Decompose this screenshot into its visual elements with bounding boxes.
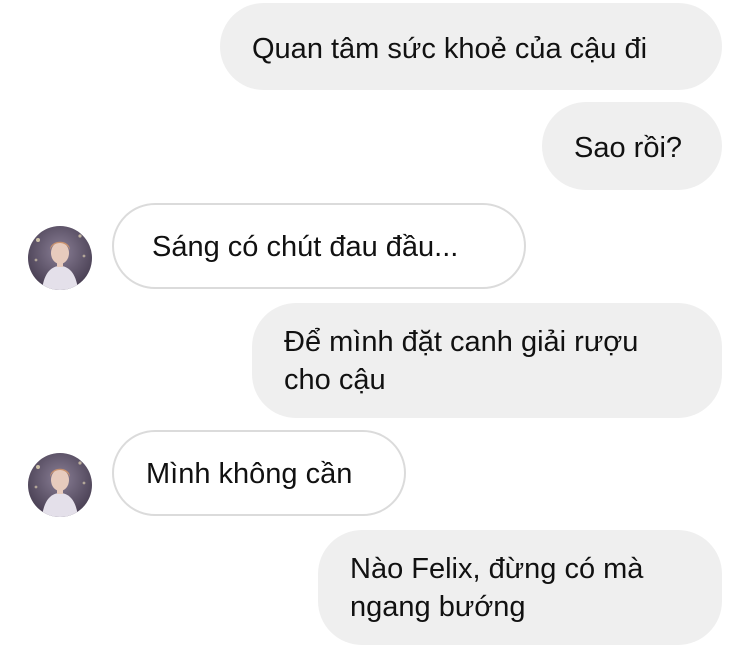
outgoing-message-bubble[interactable]: Nào Felix, đừng có mà ngang bướng xyxy=(318,530,722,645)
incoming-message-bubble[interactable]: Mình không cần xyxy=(112,430,406,516)
contact-avatar[interactable] xyxy=(28,453,92,517)
contact-avatar[interactable] xyxy=(28,226,92,290)
outgoing-message-bubble[interactable]: Sao rồi? xyxy=(542,102,722,190)
avatar-photo-icon xyxy=(28,226,92,290)
incoming-message-bubble[interactable]: Sáng có chút đau đầu... xyxy=(112,203,526,289)
outgoing-message-bubble[interactable]: Quan tâm sức khoẻ của cậu đi xyxy=(220,3,722,90)
avatar-photo-icon xyxy=(28,453,92,517)
outgoing-message-bubble[interactable]: Để mình đặt canh giải rượu cho cậu xyxy=(252,303,722,418)
